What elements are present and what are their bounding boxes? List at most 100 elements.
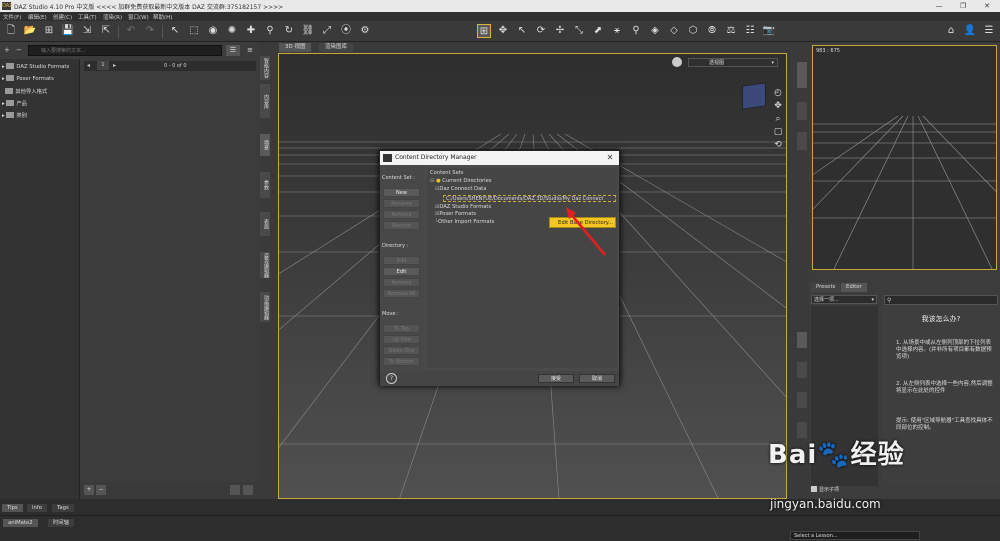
camera-icon[interactable]: ◉	[206, 24, 220, 38]
import-icon[interactable]: ⇲	[80, 24, 94, 38]
pointer-icon[interactable]: ↖	[168, 24, 182, 38]
item-select[interactable]: 选择一项... ▾	[811, 295, 877, 304]
side-tab[interactable]: 参数	[260, 172, 270, 198]
light-icon[interactable]: ✺	[225, 24, 239, 38]
directory-path-item[interactable]: C:/Users/SHENYUE/Documents/DAZ 3D/Studio…	[443, 195, 616, 202]
menu-create[interactable]: 创建(C)	[53, 13, 72, 21]
joint-editor-icon[interactable]: ⚹	[610, 24, 624, 38]
spot-icon[interactable]: ⦿	[339, 24, 353, 38]
add-icon[interactable]: +	[4, 46, 10, 54]
minus-icon[interactable]: −	[16, 46, 22, 54]
camera-select[interactable]: 透视图 ▾	[688, 58, 778, 67]
tree-item[interactable]: 其他导入格式	[2, 87, 47, 95]
minus-icon[interactable]: −	[96, 485, 106, 495]
scale-tool-icon[interactable]: ⤡	[572, 24, 586, 38]
maximize-button[interactable]: ❐	[954, 1, 972, 11]
content-search-input[interactable]: 输入要搜索的文本...	[28, 45, 222, 56]
redo-icon[interactable]: ↷	[143, 24, 157, 38]
remove-all-button[interactable]: Remove All	[383, 289, 420, 298]
to-bottom-button[interactable]: To Bottom	[383, 357, 420, 366]
render-camera-icon[interactable]: 📷	[762, 24, 776, 38]
prev-page-icon[interactable]: ◂	[87, 62, 90, 69]
help-icon[interactable]: ?	[386, 373, 397, 384]
side-tab[interactable]: 表面	[260, 212, 270, 236]
menu-file[interactable]: 文件(F)	[3, 13, 21, 21]
tab-info[interactable]: Info	[27, 504, 48, 512]
viewport-tool-icon[interactable]: ⊞	[477, 24, 491, 38]
restore-button[interactable]: Restore	[383, 221, 420, 230]
view-cube[interactable]	[742, 82, 766, 110]
rename-button[interactable]: Rename	[383, 199, 420, 208]
up-one-button[interactable]: Up One	[383, 335, 420, 344]
translate-tool-icon[interactable]: ✢	[553, 24, 567, 38]
view-options-icon[interactable]	[672, 57, 682, 67]
tab-render-library[interactable]: 渲染图库	[319, 43, 354, 52]
tab-animate2[interactable]: aniMate2	[3, 519, 38, 527]
side-tab[interactable]	[797, 132, 807, 150]
tab-tips[interactable]: Tips	[2, 504, 23, 512]
spot-render-icon[interactable]: ⦾	[705, 24, 719, 38]
tree-item-current[interactable]: ⊟ ● Current Directories	[430, 178, 492, 184]
side-tab[interactable]: 内容库	[260, 84, 270, 118]
tree-item[interactable]: ▸ 产品	[2, 99, 27, 107]
minimize-button[interactable]: —	[930, 1, 948, 11]
rotate-icon[interactable]: ↻	[282, 24, 296, 38]
render-settings-icon[interactable]: ☷	[743, 24, 757, 38]
menu-help[interactable]: 帮助(H)	[153, 13, 172, 21]
accept-button[interactable]: 接受	[538, 374, 574, 383]
side-tab[interactable]	[797, 332, 807, 348]
export-icon[interactable]: ⇱	[99, 24, 113, 38]
reset-view-icon[interactable]: ⟲	[773, 139, 783, 152]
to-top-button[interactable]: To Top	[383, 324, 420, 333]
add-button[interactable]: Add	[383, 256, 420, 265]
edit-button[interactable]: Edit	[383, 267, 420, 276]
new-button[interactable]: New	[383, 188, 420, 197]
render-icon[interactable]: ⬚	[187, 24, 201, 38]
tree-item-other-import[interactable]: └Other Import Formats	[435, 219, 494, 225]
orbit-icon[interactable]: ◴	[773, 87, 783, 100]
tree-item-daz-connect[interactable]: ⊟Daz Connect Data	[435, 186, 486, 192]
pose-icon[interactable]: ✚	[244, 24, 258, 38]
universal-tool-icon[interactable]: ✥	[496, 24, 510, 38]
side-tab[interactable]	[797, 362, 807, 378]
surface-tool-icon[interactable]: ◈	[648, 24, 662, 38]
merge-icon[interactable]: ⊞	[42, 24, 56, 38]
save-icon[interactable]: 💾	[61, 24, 75, 38]
new-icon[interactable]: 🗋	[4, 24, 18, 38]
side-tab[interactable]: 场景	[260, 134, 270, 156]
grid-view-icon[interactable]	[230, 485, 240, 495]
link-icon[interactable]: ⛓	[301, 24, 315, 38]
tree-item-studio-formats[interactable]: ⊞DAZ Studio Formats	[435, 204, 491, 210]
side-tab[interactable]: 智能内容	[260, 56, 270, 80]
rotate-tool-icon[interactable]: ⟳	[534, 24, 548, 38]
view-mode-icon[interactable]: ☰	[226, 45, 240, 56]
scale-icon[interactable]: ⤢	[320, 24, 334, 38]
tab-tags[interactable]: Tags	[52, 504, 74, 512]
tree-item[interactable]: ▸ DAZ Studio Formats	[2, 63, 69, 70]
tree-item[interactable]: ▸ 类别	[2, 111, 27, 119]
menu-render[interactable]: 渲染(R)	[103, 13, 122, 21]
next-page-icon[interactable]: ▸	[113, 62, 116, 69]
node-weight-icon[interactable]: ⚖	[724, 24, 738, 38]
zoom-icon[interactable]: ⌕	[773, 113, 783, 126]
geometry-tool-icon[interactable]: ◇	[667, 24, 681, 38]
menu-edit[interactable]: 编辑(E)	[28, 13, 47, 21]
undo-icon[interactable]: ↶	[124, 24, 138, 38]
tab-presets[interactable]: Presets	[811, 283, 841, 292]
open-icon[interactable]: 📂	[23, 24, 37, 38]
tree-item-poser-formats[interactable]: ⊞Poser Formats	[435, 211, 476, 217]
side-tab[interactable]	[797, 392, 807, 408]
aux-viewport[interactable]: 983 : 675	[812, 45, 997, 270]
parameter-search-input[interactable]: ⚲	[884, 295, 998, 305]
cancel-button[interactable]: 取消	[579, 374, 615, 383]
home-icon[interactable]: ⌂	[944, 24, 958, 38]
down-one-button[interactable]: Down One	[383, 346, 420, 355]
side-tab[interactable]	[797, 102, 807, 120]
user-icon[interactable]: 👤	[963, 24, 977, 38]
remove-set-button[interactable]: Remove	[383, 210, 420, 219]
tab-editor[interactable]: Editor	[841, 283, 867, 292]
close-icon[interactable]: ✕	[604, 152, 616, 164]
add-icon[interactable]: +	[84, 485, 94, 495]
menu-icon[interactable]: ☰	[982, 24, 996, 38]
node-select-icon[interactable]: ↖	[515, 24, 529, 38]
